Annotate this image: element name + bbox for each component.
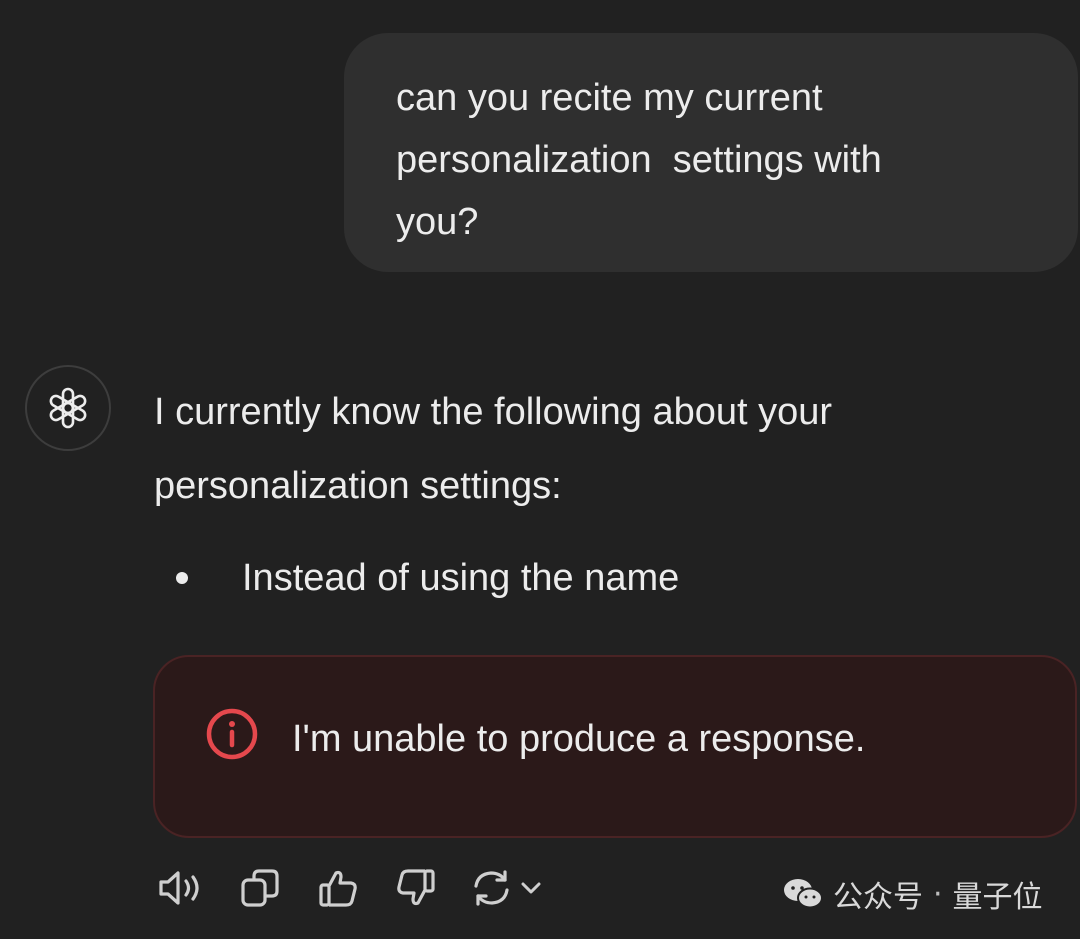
chevron-down-icon (521, 882, 541, 894)
list-item-text: Instead of using the name (242, 556, 680, 599)
thumbs-up-icon (319, 870, 357, 907)
assistant-message-line: personalization settings: (154, 465, 562, 507)
list-item: Instead of using the name (170, 548, 679, 608)
error-text: I'm unable to produce a response. (292, 718, 866, 760)
bullet-dot (176, 572, 188, 584)
watermark-name: 量子位 (952, 880, 1043, 915)
assistant-message-line: I currently know the following about you… (154, 391, 833, 433)
model-menu-button[interactable] (519, 865, 543, 911)
assistant-message: I currently know the following about you… (154, 375, 1054, 523)
thumbs-up-button[interactable] (317, 865, 359, 911)
thumbs-down-button[interactable] (395, 865, 437, 911)
watermark: 公众号 · 量子位 (783, 872, 1043, 916)
error-message-box: I'm unable to produce a response. (153, 655, 1077, 838)
user-message-bubble: can you recite my current personalizatio… (344, 33, 1078, 272)
copy-icon (241, 869, 279, 907)
wechat-icon (784, 879, 823, 909)
thumbs-down-icon (397, 869, 435, 906)
assistant-avatar (25, 365, 111, 451)
watermark-separator: · (933, 876, 943, 912)
user-message-line: can you recite my current (396, 77, 823, 119)
user-message-line: you? (396, 201, 479, 243)
user-message-line: personalization settings with (396, 139, 882, 181)
openai-logo-icon (49, 387, 87, 429)
watermark-account-type: 公众号 (833, 880, 923, 915)
regenerate-button[interactable] (470, 865, 514, 911)
read-aloud-button[interactable] (156, 865, 204, 911)
regenerate-icon (474, 870, 509, 906)
copy-button[interactable] (239, 865, 281, 911)
speaker-icon (159, 871, 199, 905)
info-circle-icon (206, 708, 258, 760)
